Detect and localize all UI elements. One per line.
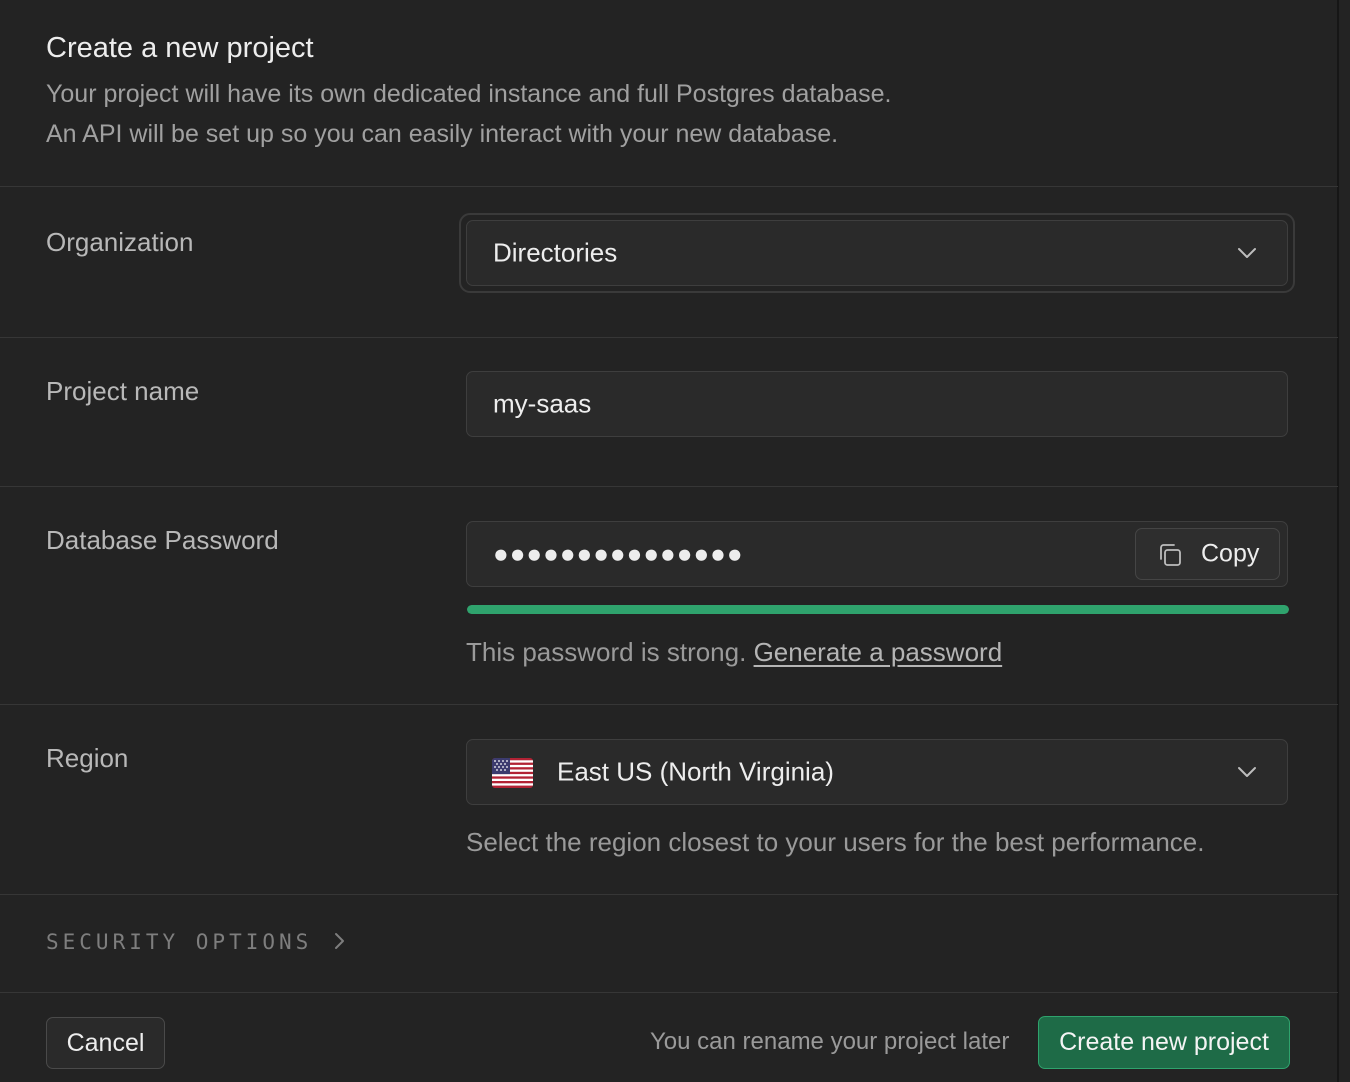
region-hint: Select the region closest to your users … xyxy=(466,827,1205,857)
region-label: Region xyxy=(46,743,129,773)
generate-password-link[interactable]: Generate a password xyxy=(754,637,1003,667)
page-description-line-2: An API will be set up so you can easily … xyxy=(46,120,839,148)
create-project-dialog: Create a new project Your project will h… xyxy=(0,0,1350,1082)
database-password-section: Database Password xyxy=(0,487,1338,705)
region-select[interactable]: East US (North Virginia) xyxy=(466,739,1288,805)
organization-selected-value: Directories xyxy=(493,237,618,268)
password-strength-fill xyxy=(467,605,1289,614)
password-strength-text: This password is strong. xyxy=(466,637,747,667)
page-description-line-1: Your project will have its own dedicated… xyxy=(46,80,892,108)
database-password-label: Database Password xyxy=(46,525,279,555)
organization-select[interactable]: Directories xyxy=(466,220,1288,286)
security-options-label: SECURITY OPTIONS xyxy=(46,930,313,954)
chevron-down-icon xyxy=(1238,767,1256,777)
copy-icon xyxy=(1160,544,1181,566)
chevron-right-icon xyxy=(334,933,344,949)
database-password-input[interactable]: ●●●●●●●●●●●●●●● Copy xyxy=(466,521,1288,587)
create-project-button[interactable]: Create new project xyxy=(1038,1016,1290,1069)
security-options-toggle[interactable]: SECURITY OPTIONS xyxy=(46,930,345,954)
project-name-input[interactable]: my-saas xyxy=(466,371,1288,437)
us-flag-icon xyxy=(492,758,533,788)
footer-divider xyxy=(0,992,1338,993)
password-masked-value: ●●●●●●●●●●●●●●● xyxy=(493,538,744,569)
page-title: Create a new project xyxy=(46,32,314,64)
copy-password-button[interactable]: Copy xyxy=(1135,528,1280,580)
project-name-label: Project name xyxy=(46,376,200,406)
organization-label: Organization xyxy=(46,227,194,257)
dialog-header: Create a new project Your project will h… xyxy=(0,0,1338,187)
region-selected-value: East US (North Virginia) xyxy=(557,756,834,787)
password-strength-hint: This password is strong. Generate a pass… xyxy=(466,637,1002,668)
project-name-value: my-saas xyxy=(493,388,592,419)
cancel-button[interactable]: Cancel xyxy=(46,1017,165,1069)
copy-button-label: Copy xyxy=(1201,539,1260,568)
chevron-down-icon xyxy=(1238,248,1256,258)
password-strength-meter xyxy=(467,605,1289,614)
rename-note: You can rename your project later xyxy=(650,1028,1010,1055)
